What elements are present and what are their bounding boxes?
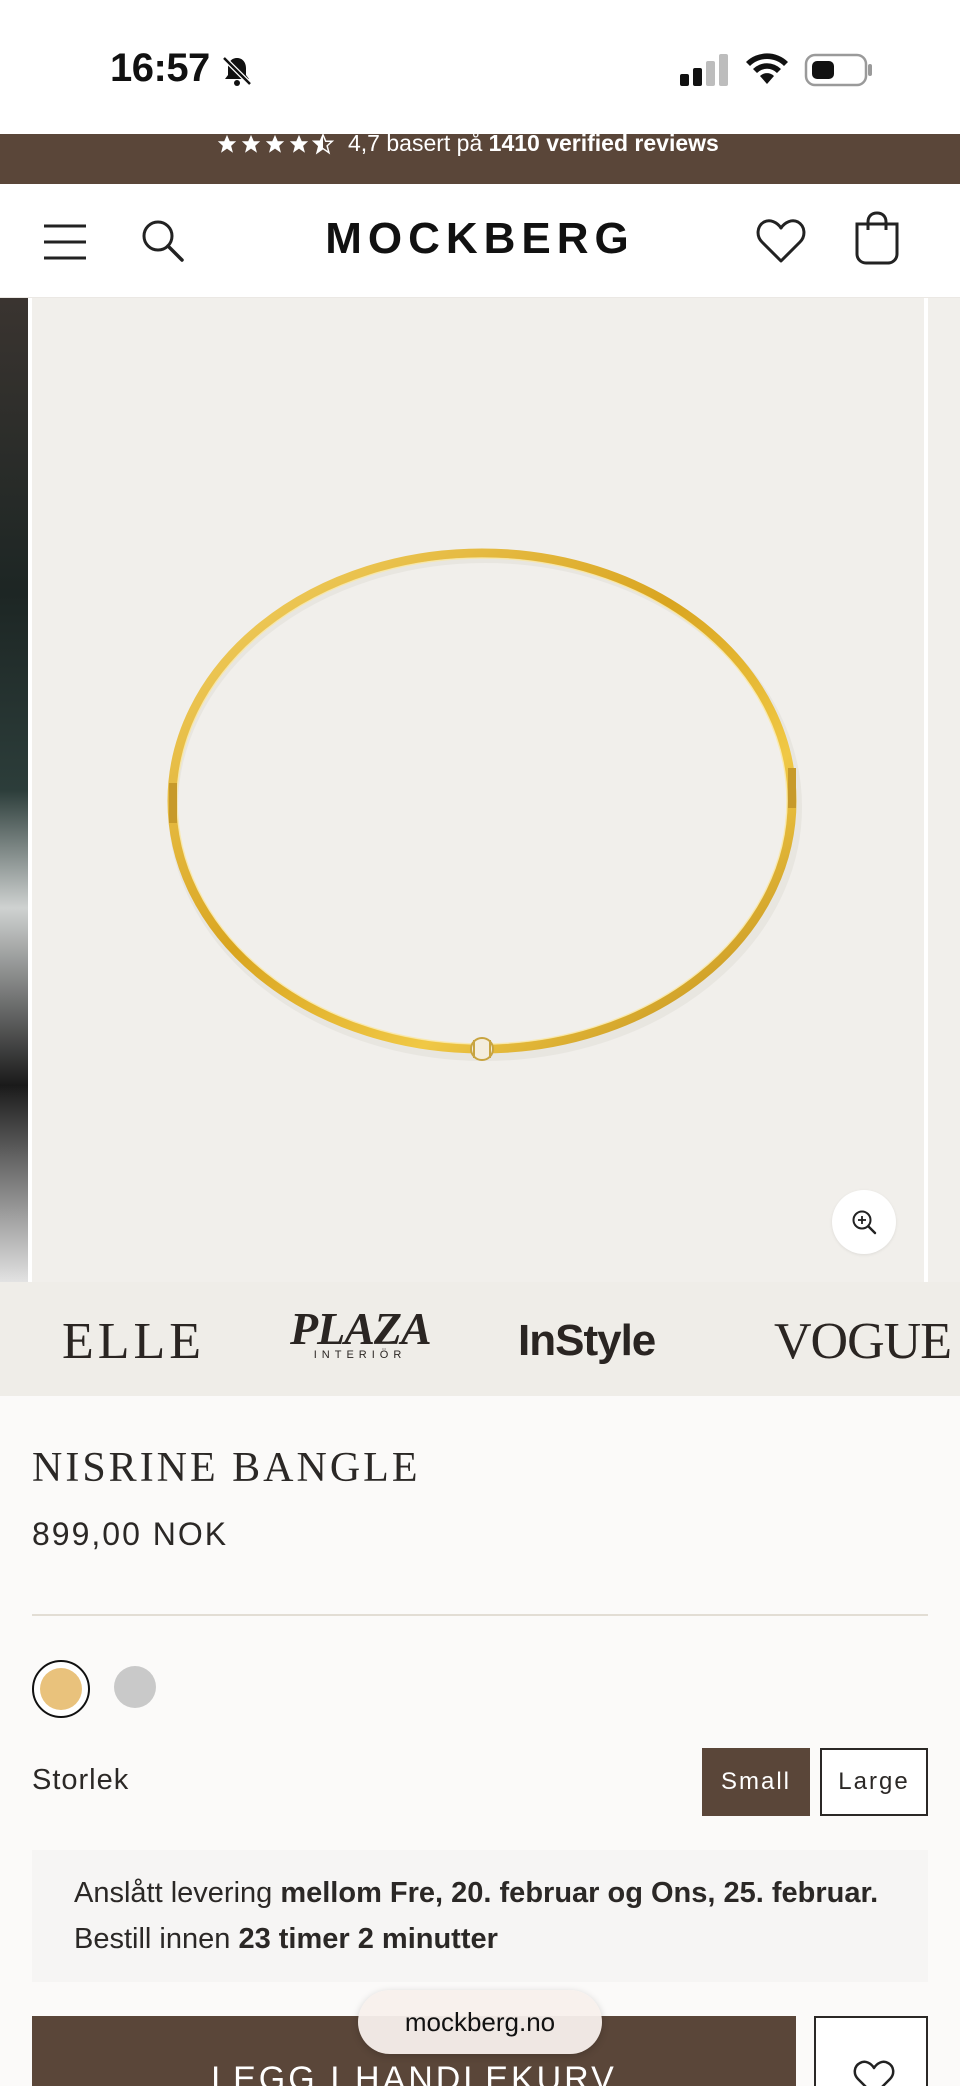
review-banner[interactable]: 4,7 basert på 1410 verified reviews [0, 134, 960, 184]
product-title: NISRINE BANGLE [32, 1445, 421, 1491]
star-rating-icon [216, 134, 334, 155]
status-time: 16:57 [110, 46, 210, 90]
divider [32, 1614, 928, 1616]
product-price: 899,00 NOK [32, 1516, 229, 1552]
status-bar: 16:57 [0, 0, 960, 134]
order-countdown: 23 timer 2 minutter [238, 1923, 498, 1955]
gallery-prev-image[interactable] [0, 298, 28, 1282]
gallery-next-image[interactable] [928, 298, 960, 1282]
delivery-estimate: Anslått levering mellom Fre, 20. februar… [32, 1850, 928, 1982]
heart-icon [853, 2060, 895, 2086]
cellular-signal-icon [680, 54, 728, 86]
heart-icon[interactable] [754, 214, 808, 268]
menu-icon[interactable] [40, 220, 90, 264]
size-label: Storlek [32, 1764, 130, 1796]
press-logo-vogue: VOGUE [774, 1313, 952, 1370]
press-logo-elle: ELLE [62, 1313, 206, 1370]
site-logo[interactable]: MOCKBERG [280, 214, 680, 264]
bell-slash-icon [222, 56, 252, 86]
battery-icon [804, 53, 872, 87]
search-icon[interactable] [138, 216, 186, 264]
zoom-in-icon [852, 1210, 877, 1235]
color-swatch-gold[interactable] [32, 1660, 90, 1718]
reviews-count: 1410 verified reviews [488, 134, 719, 156]
product-gallery[interactable] [0, 298, 960, 1282]
wishlist-button[interactable] [814, 2016, 928, 2086]
zoom-button[interactable] [832, 1190, 896, 1254]
bangle-product-image [167, 548, 802, 1061]
press-logo-plaza: PLAZA INTERIÖR [290, 1303, 432, 1361]
color-swatch-silver[interactable] [114, 1666, 156, 1708]
site-header: MOCKBERG [0, 184, 960, 298]
rating-text: 4,7 basert på [348, 134, 483, 156]
press-logos: ELLE PLAZA INTERIÖR InStyle VOGUE [0, 1282, 960, 1396]
delivery-dates: mellom Fre, 20. februar og Ons, 25. febr… [280, 1877, 879, 1909]
wifi-icon [746, 53, 788, 84]
press-logo-instyle: InStyle [518, 1316, 656, 1365]
size-large-button[interactable]: Large [820, 1748, 928, 1816]
browser-url-bar[interactable]: mockberg.no [358, 1990, 602, 2054]
gallery-main-image[interactable] [32, 298, 924, 1282]
bag-icon[interactable] [852, 210, 902, 266]
size-small-button[interactable]: Small [702, 1748, 810, 1816]
